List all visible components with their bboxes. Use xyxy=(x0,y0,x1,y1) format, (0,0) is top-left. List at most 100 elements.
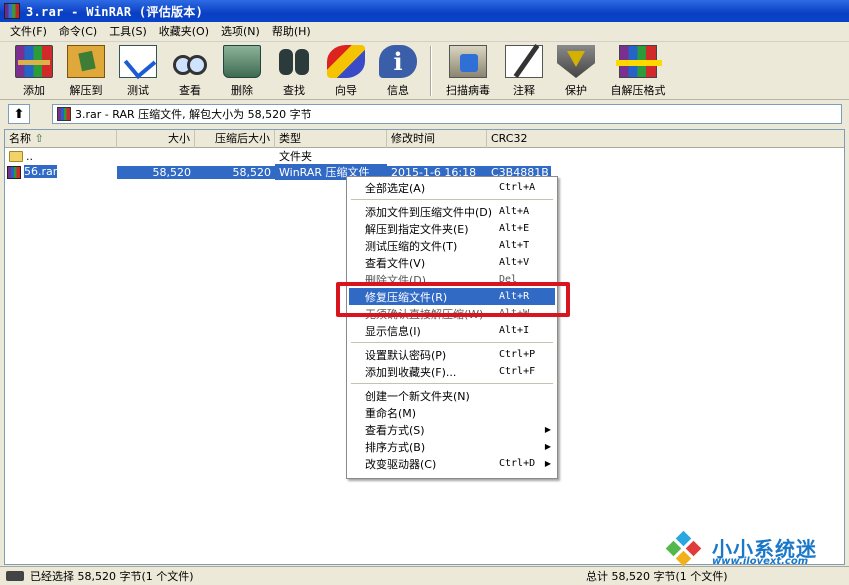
menu-view-file[interactable]: 查看文件(V) Alt+V xyxy=(349,254,555,271)
menu-file[interactable]: 文件(F) xyxy=(4,23,53,41)
rar-file-icon xyxy=(7,165,21,179)
row-name: 56.rar xyxy=(24,165,58,179)
sfx-icon xyxy=(616,45,662,78)
menu-new-folder[interactable]: 创建一个新文件夹(N) xyxy=(349,387,555,404)
view-button[interactable]: 查看 xyxy=(164,42,216,98)
folder-icon xyxy=(9,151,23,162)
row-size: 58,520 xyxy=(117,165,195,179)
watermark-logo: 小小系统迷 www.ilovext.com xyxy=(664,529,849,569)
extract-to-button[interactable]: 解压到 xyxy=(60,42,112,98)
virus-scan-icon xyxy=(449,45,487,78)
info-button[interactable]: 信息 xyxy=(372,42,424,98)
watermark-url: www.ilovext.com xyxy=(712,556,809,567)
column-type[interactable]: 类型 xyxy=(275,130,387,148)
rar-archive-icon xyxy=(57,107,71,121)
menu-favorites[interactable]: 收藏夹(O) xyxy=(153,23,215,41)
menu-set-password[interactable]: 设置默认密码(P) Ctrl+P xyxy=(349,346,555,363)
comment-button[interactable]: 注释 xyxy=(498,42,550,98)
info-label: 信息 xyxy=(387,84,409,97)
drive-icon xyxy=(6,571,24,581)
comment-label: 注释 xyxy=(513,84,535,97)
row-name-cell: .. xyxy=(5,150,117,163)
context-menu: 全部选定(A) Ctrl+A 添加文件到压缩文件中(D) Alt+A 解压到指定文件… xyxy=(346,176,558,479)
comment-icon xyxy=(505,45,543,78)
menu-separator xyxy=(351,199,553,200)
menu-separator xyxy=(351,383,553,384)
title-bar: 3.rar - WinRAR (评估版本) xyxy=(0,0,849,22)
wizard-label: 向导 xyxy=(335,84,357,97)
table-row-parent-folder[interactable]: .. 文件夹 xyxy=(5,148,844,164)
add-button[interactable]: 添加 xyxy=(8,42,60,98)
virus-scan-button[interactable]: 扫描病毒 xyxy=(438,42,498,98)
menu-view-mode[interactable]: 查看方式(S) ▶ xyxy=(349,421,555,438)
column-header: 名称 ⇧ 大小 压缩后大小 类型 修改时间 CRC32 xyxy=(5,130,844,148)
watermark-diamond-icon xyxy=(664,530,704,567)
protect-icon xyxy=(557,45,595,78)
view-label: 查看 xyxy=(179,84,201,97)
submenu-arrow-icon: ▶ xyxy=(544,459,551,468)
test-button[interactable]: 测试 xyxy=(112,42,164,98)
protect-button[interactable]: 保护 xyxy=(550,42,602,98)
menu-sort-by[interactable]: 排序方式(B) ▶ xyxy=(349,438,555,455)
find-label: 查找 xyxy=(283,84,305,97)
test-icon xyxy=(119,45,157,78)
sfx-label: 自解压格式 xyxy=(610,84,666,97)
delete-icon xyxy=(223,45,261,78)
wizard-icon xyxy=(327,45,365,78)
submenu-arrow-icon: ▶ xyxy=(544,442,551,451)
menu-add-favorites[interactable]: 添加到收藏夹(F)... Ctrl+F xyxy=(349,363,555,380)
menu-change-drive[interactable]: 改变驱动器(C) Ctrl+D ▶ xyxy=(349,455,555,472)
menu-separator xyxy=(351,342,553,343)
address-text: 3.rar - RAR 压缩文件, 解包大小为 58,520 字节 xyxy=(75,108,312,121)
window-title: 3.rar - WinRAR (评估版本) xyxy=(26,4,204,19)
wizard-button[interactable]: 向导 xyxy=(320,42,372,98)
status-total-text: 总计 58,520 字节(1 个文件) xyxy=(586,570,728,583)
status-left: 已经选择 58,520 字节(1 个文件) xyxy=(6,568,194,584)
find-icon xyxy=(275,45,313,78)
extract-to-label: 解压到 xyxy=(69,84,103,97)
arrow-up-icon: ⬆ xyxy=(13,106,25,122)
menu-extract-to[interactable]: 解压到指定文件夹(E) Alt+E xyxy=(349,220,555,237)
add-archive-icon xyxy=(15,45,53,78)
column-size[interactable]: 大小 xyxy=(117,130,195,148)
menu-tools[interactable]: 工具(S) xyxy=(103,23,153,41)
highlight-annotation-box xyxy=(336,282,570,317)
row-name: .. xyxy=(26,149,33,163)
extract-to-icon xyxy=(67,45,105,78)
sort-arrow-up-icon: ⇧ xyxy=(34,132,44,145)
sfx-button[interactable]: 自解压格式 xyxy=(602,42,674,98)
address-bar: ⬆ 3.rar - RAR 压缩文件, 解包大小为 58,520 字节 xyxy=(0,101,849,127)
menu-rename[interactable]: 重命名(M) xyxy=(349,404,555,421)
row-type: 文件夹 xyxy=(279,150,312,163)
menu-command[interactable]: 命令(C) xyxy=(53,23,103,41)
toolbar-separator xyxy=(430,46,432,96)
column-name-label: 名称 xyxy=(9,132,31,145)
find-button[interactable]: 查找 xyxy=(268,42,320,98)
column-name[interactable]: 名称 ⇧ xyxy=(5,130,117,148)
toolbar: 添加 解压到 测试 查看 删除 查找 向导 信息 扫描病毒 注释 保护 xyxy=(0,42,849,100)
menu-help[interactable]: 帮助(H) xyxy=(266,23,317,41)
address-field[interactable]: 3.rar - RAR 压缩文件, 解包大小为 58,520 字节 xyxy=(52,104,842,124)
protect-label: 保护 xyxy=(565,84,587,97)
menu-bar: 文件(F) 命令(C) 工具(S) 收藏夹(O) 选项(N) 帮助(H) xyxy=(0,22,849,42)
menu-add-files[interactable]: 添加文件到压缩文件中(D) Alt+A xyxy=(349,203,555,220)
column-crc[interactable]: CRC32 xyxy=(487,130,842,148)
row-packed: 58,520 xyxy=(195,165,275,179)
virus-scan-label: 扫描病毒 xyxy=(446,84,490,97)
view-icon xyxy=(171,45,209,78)
column-time[interactable]: 修改时间 xyxy=(387,130,487,148)
row-name-cell: 56.rar xyxy=(5,165,117,179)
add-label: 添加 xyxy=(23,84,45,97)
menu-select-all[interactable]: 全部选定(A) Ctrl+A xyxy=(349,179,555,196)
test-label: 测试 xyxy=(127,84,149,97)
delete-button[interactable]: 删除 xyxy=(216,42,268,98)
up-folder-button[interactable]: ⬆ xyxy=(8,104,30,124)
menu-options[interactable]: 选项(N) xyxy=(215,23,266,41)
column-packed[interactable]: 压缩后大小 xyxy=(195,130,275,148)
status-selected-text: 已经选择 58,520 字节(1 个文件) xyxy=(30,570,194,583)
winrar-app-icon xyxy=(4,3,20,19)
menu-show-info[interactable]: 显示信息(I) Alt+I xyxy=(349,322,555,339)
menu-test[interactable]: 测试压缩的文件(T) Alt+T xyxy=(349,237,555,254)
info-icon xyxy=(379,45,417,78)
delete-label: 删除 xyxy=(231,84,253,97)
